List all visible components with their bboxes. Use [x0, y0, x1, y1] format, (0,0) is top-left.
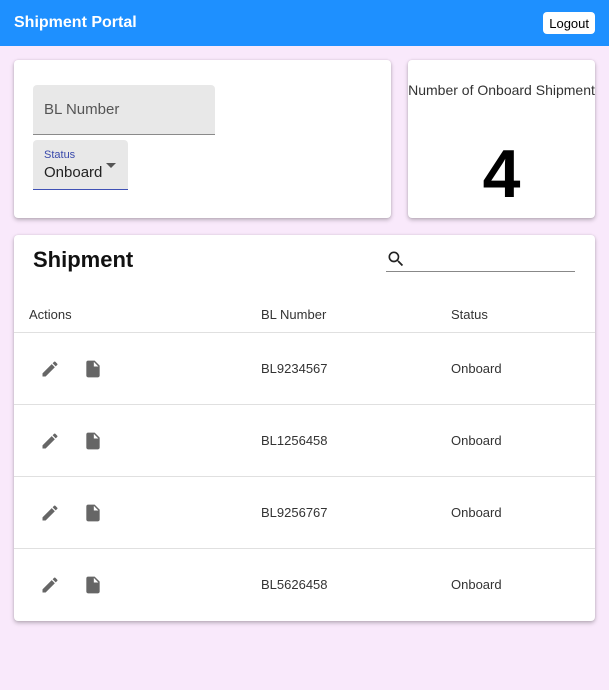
cell-status: Onboard: [451, 361, 502, 376]
status-select-value: Onboard: [44, 164, 103, 181]
table-row: BL9256767 Onboard: [14, 477, 595, 549]
shipment-table-card: Shipment Actions BL Number Status BL9234…: [14, 235, 595, 621]
document-button[interactable]: [80, 500, 106, 526]
edit-button[interactable]: [37, 428, 63, 454]
status-select-label: Status: [44, 149, 76, 161]
column-header-bl-number: BL Number: [261, 307, 327, 322]
bl-number-input[interactable]: [33, 85, 215, 134]
column-header-status: Status: [451, 307, 488, 322]
file-icon: [86, 360, 100, 378]
cell-bl-number: BL1256458: [261, 433, 328, 448]
status-select[interactable]: Status Onboard: [33, 140, 128, 190]
pencil-icon: [42, 577, 58, 593]
app-title: Shipment Portal: [14, 14, 137, 31]
column-header-actions: Actions: [29, 307, 72, 322]
table-title: Shipment: [33, 247, 134, 272]
app-bar: Shipment Portal Logout: [0, 0, 609, 46]
table-row: BL9234567 Onboard: [14, 333, 595, 405]
edit-button[interactable]: [37, 572, 63, 598]
logout-button[interactable]: Logout: [543, 12, 595, 34]
cell-bl-number: BL9234567: [261, 361, 328, 376]
pencil-icon: [42, 505, 58, 521]
dropdown-caret-icon: [106, 163, 116, 168]
document-button[interactable]: [80, 356, 106, 382]
file-icon: [86, 576, 100, 594]
pencil-icon: [42, 433, 58, 449]
table-row: BL5626458 Onboard: [14, 549, 595, 621]
file-icon: [86, 504, 100, 522]
search-icon: [388, 251, 404, 267]
onboard-count-label: Number of Onboard Shipment: [408, 82, 595, 98]
edit-button[interactable]: [37, 356, 63, 382]
cell-status: Onboard: [451, 433, 502, 448]
document-button[interactable]: [80, 572, 106, 598]
bl-number-field[interactable]: [33, 85, 215, 135]
table-row: BL1256458 Onboard: [14, 405, 595, 477]
filter-card: Status Onboard: [14, 60, 391, 218]
edit-button[interactable]: [37, 500, 63, 526]
cell-bl-number: BL5626458: [261, 577, 328, 592]
cell-status: Onboard: [451, 505, 502, 520]
cell-status: Onboard: [451, 577, 502, 592]
search-input[interactable]: [412, 245, 572, 271]
table-search[interactable]: [386, 245, 575, 272]
pencil-icon: [42, 361, 58, 377]
document-button[interactable]: [80, 428, 106, 454]
onboard-count-card: Number of Onboard Shipment 4: [408, 60, 595, 218]
onboard-count-value: 4: [482, 136, 521, 212]
file-icon: [86, 432, 100, 450]
table-header: Actions BL Number Status: [14, 291, 595, 333]
cell-bl-number: BL9256767: [261, 505, 328, 520]
